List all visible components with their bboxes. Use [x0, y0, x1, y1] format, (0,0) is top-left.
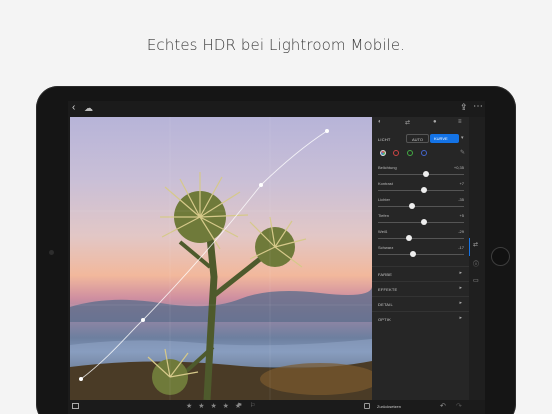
reset-button[interactable]: Zurücksetzen — [377, 404, 401, 409]
slider-label: Kontrast — [378, 181, 393, 186]
slider-label: Schwarz — [378, 245, 394, 250]
slider-knob[interactable] — [409, 203, 416, 209]
slider-value: -35 — [458, 197, 464, 202]
photo-canvas[interactable] — [70, 117, 372, 400]
slider-track[interactable] — [378, 238, 464, 239]
channel-rgb[interactable] — [380, 150, 386, 156]
slider-label: Lichter — [378, 197, 391, 202]
reset-icon[interactable] — [364, 403, 370, 409]
info-icon[interactable]: ⓘ — [473, 259, 479, 268]
slider-knob[interactable] — [420, 219, 427, 225]
photo-artwork — [70, 117, 372, 400]
section-detail[interactable]: DETAIL ▸ — [372, 296, 469, 311]
right-toolbar: ⇄ ⓘ ▭ — [469, 117, 485, 400]
curve-point-black — [79, 377, 83, 381]
slider-lichter[interactable]: Lichter -35 — [378, 197, 464, 211]
section-optik[interactable]: OPTIK ▸ — [372, 311, 469, 326]
channel-red[interactable] — [393, 150, 399, 156]
undo-icon[interactable]: ↶ — [440, 402, 446, 410]
slider-track[interactable] — [378, 206, 464, 207]
section-farbe[interactable]: FARBE ▸ — [372, 266, 469, 281]
slider-label: Weiß — [378, 229, 388, 234]
section-effekte[interactable]: EFFEKTE ▸ — [372, 281, 469, 296]
app-screen: ‹ ☁ ⇪ ⋯ ◐ ⇄ ● ≡ LICHT AUTO KURVE ▾ ✎ Bel… — [68, 101, 485, 414]
slider-knob[interactable] — [421, 187, 428, 193]
home-button[interactable] — [491, 247, 510, 266]
edit-panel: ◐ ⇄ ● ≡ LICHT AUTO KURVE ▾ ✎ Belichtung +… — [372, 117, 469, 400]
color-tab-icon[interactable]: ● — [433, 119, 437, 125]
redo-icon[interactable]: ↷ — [456, 402, 462, 410]
curve-point-shadows — [141, 318, 145, 322]
channel-green[interactable] — [407, 150, 413, 156]
rating-stars[interactable]: ★ ★ ★ ★ ★ — [186, 402, 243, 410]
chevron-right-icon: ▸ — [459, 315, 462, 321]
top-bar: ‹ ☁ ⇪ ⋯ — [68, 101, 485, 117]
compare-icon[interactable] — [72, 403, 79, 409]
flag-buttons[interactable]: ⚑ ⚐ — [237, 402, 258, 409]
slider-value: -29 — [458, 229, 464, 234]
more-icon[interactable]: ⋯ — [473, 101, 483, 112]
curve-point-white — [325, 129, 329, 133]
chevron-right-icon: ▸ — [459, 285, 462, 291]
chevron-right-icon: ▸ — [459, 300, 462, 306]
share-icon[interactable]: ⇪ — [460, 102, 468, 113]
slider-kontrast[interactable]: Kontrast +7 — [378, 181, 464, 195]
slider-value: +5 — [459, 213, 464, 218]
adjust-tab-icon[interactable]: ⇄ — [405, 119, 410, 126]
headline: Echtes HDR bei Lightroom Mobile. — [146, 36, 406, 54]
comment-icon[interactable]: ▭ — [473, 277, 479, 284]
slider-tiefen[interactable]: Tiefen +5 — [378, 213, 464, 227]
chevron-right-icon: ▸ — [459, 270, 462, 276]
camera-icon — [49, 250, 54, 255]
edit-tool-icon[interactable]: ⇄ — [473, 241, 478, 248]
curve-point-highlights — [259, 183, 263, 187]
slider-weiß[interactable]: Weiß -29 — [378, 229, 464, 243]
light-section-label: LICHT — [378, 137, 391, 142]
auto-button[interactable]: AUTO — [406, 134, 429, 143]
slider-knob[interactable] — [423, 171, 430, 177]
slider-value: -17 — [458, 245, 464, 250]
slider-label: Belichtung — [378, 165, 397, 170]
slider-track[interactable] — [378, 254, 464, 255]
active-tool-indicator — [469, 238, 470, 256]
slider-knob[interactable] — [410, 251, 417, 257]
panel-tabs: ◐ ⇄ ● ≡ — [372, 119, 469, 129]
slider-knob[interactable] — [405, 235, 412, 241]
channel-blue[interactable] — [421, 150, 427, 156]
cloud-sync-icon[interactable]: ☁ — [84, 103, 93, 114]
back-icon[interactable]: ‹ — [72, 102, 75, 113]
slider-belichtung[interactable]: Belichtung +0,35 — [378, 165, 464, 179]
presets-tab-icon[interactable]: ≡ — [458, 119, 462, 125]
slider-value: +0,35 — [453, 165, 464, 170]
slider-schwarz[interactable]: Schwarz -17 — [378, 245, 464, 259]
curve-button[interactable]: KURVE — [430, 134, 459, 143]
slider-label: Tiefen — [378, 213, 389, 218]
slider-value: +7 — [459, 181, 464, 186]
slider-track[interactable] — [378, 174, 464, 175]
chevron-down-icon[interactable]: ▾ — [461, 135, 464, 141]
light-tab-icon[interactable]: ◐ — [378, 119, 382, 125]
target-adjust-icon[interactable]: ✎ — [460, 149, 465, 156]
bottom-bar: ★ ★ ★ ★ ★ ⚑ ⚐ Zurücksetzen ↶ ↷ — [68, 400, 485, 414]
